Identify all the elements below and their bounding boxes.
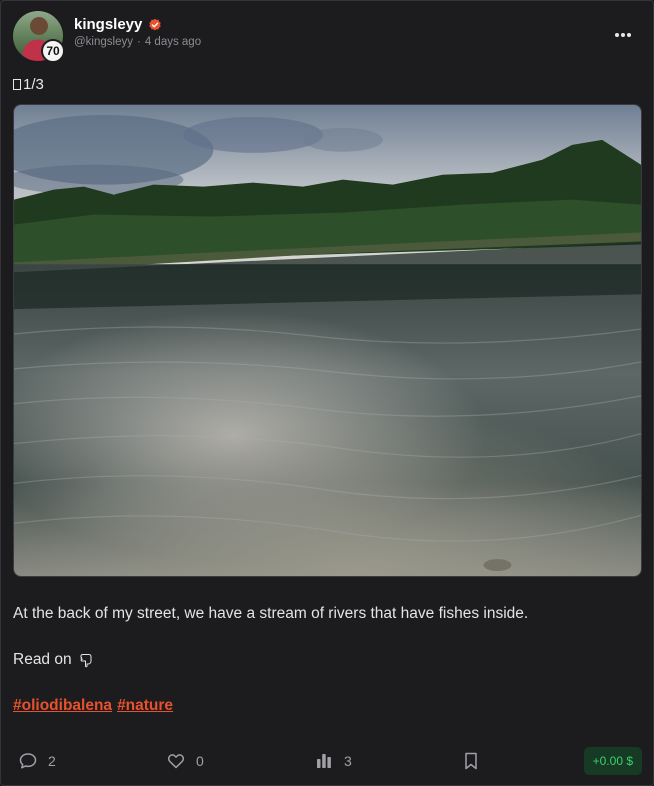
verified-badge-icon (148, 18, 162, 32)
missing-glyph-icon (13, 79, 21, 90)
more-horizontal-icon (615, 33, 619, 37)
views-count: 3 (344, 753, 352, 769)
hashtag-link[interactable]: #nature (117, 697, 173, 715)
author-name-row: kingsleyy (74, 16, 162, 33)
post-time: 4 days ago (144, 36, 202, 48)
river-photo (14, 105, 641, 576)
bookmark-icon (465, 752, 477, 770)
more-options-button[interactable] (613, 25, 633, 45)
read-on-text: Read on (13, 651, 72, 668)
more-dot (627, 33, 631, 37)
post-actions: 2 0 3 +0.00 $ (1, 746, 654, 776)
more-dot (621, 33, 625, 37)
post-image[interactable] (13, 104, 642, 577)
author-meta: @kingsleyy · 4 days ago (74, 36, 201, 48)
hashtag-link[interactable]: #oliodibalena (13, 697, 112, 715)
hashtags: #oliodibalena #nature (13, 697, 173, 715)
like-count: 0 (196, 753, 204, 769)
like-button[interactable]: 0 (166, 746, 204, 776)
comment-count: 2 (48, 753, 56, 769)
views-button[interactable]: 3 (314, 746, 352, 776)
post-caption: At the back of my street, we have a stre… (13, 605, 529, 622)
author-username[interactable]: kingsleyy (74, 16, 142, 33)
level-badge: 70 (41, 39, 65, 63)
comment-bubble-icon (19, 753, 37, 769)
bar-chart-icon (317, 754, 331, 768)
comment-button[interactable]: 2 (18, 746, 56, 776)
image-counter: 1/3 (13, 76, 44, 93)
pointing-down-hand-icon (78, 652, 94, 668)
avatar-container[interactable]: 70 (13, 11, 65, 63)
bookmark-button[interactable] (461, 746, 481, 776)
heart-icon (167, 754, 185, 769)
read-on-line: Read on (13, 651, 94, 669)
author-handle[interactable]: @kingsleyy (74, 36, 133, 48)
post-card: 70 kingsleyy @kingsleyy · 4 days ago 1/3 (0, 0, 654, 786)
image-counter-text: 1/3 (23, 76, 44, 93)
meta-separator: · (136, 36, 141, 48)
reward-button[interactable]: +0.00 $ (583, 747, 642, 775)
